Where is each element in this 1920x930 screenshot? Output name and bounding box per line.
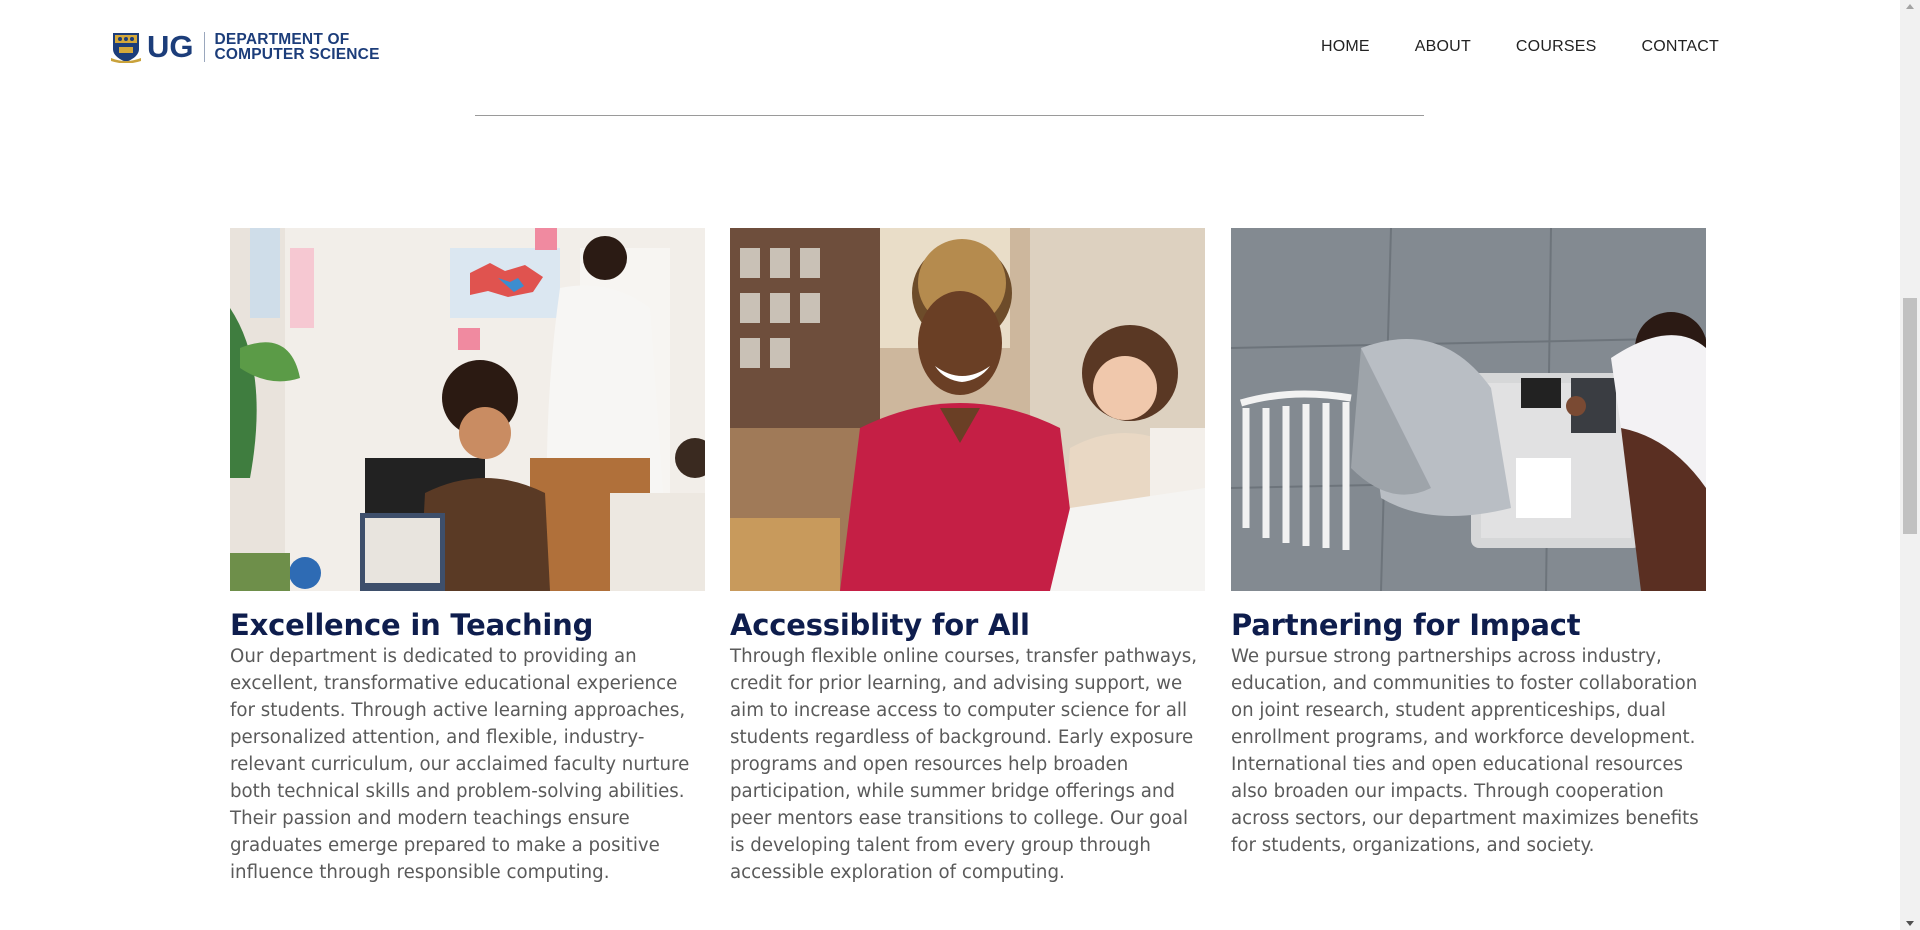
logo-ug-text: UG <box>147 29 194 64</box>
logo-line-1: DEPARTMENT OF <box>214 31 350 48</box>
department-logo[interactable]: UG DEPARTMENT OF COMPUTER SCIENCE <box>111 30 380 64</box>
card-description: Through flexible online courses, transfe… <box>730 646 1198 883</box>
nav-contact[interactable]: CONTACT <box>1641 38 1719 56</box>
scroll-down-arrow-icon[interactable] <box>1906 921 1914 926</box>
scroll-up-arrow-icon[interactable] <box>1906 4 1914 9</box>
card-title: Excellence in Teaching <box>230 608 594 642</box>
card-title: Accessiblity for All <box>730 608 1030 642</box>
smiling-student-photo <box>730 228 1205 591</box>
card-description: Our department is dedicated to providing… <box>230 646 690 883</box>
nav-home[interactable]: HOME <box>1321 38 1370 56</box>
site-header: UG DEPARTMENT OF COMPUTER SCIENCE HOME A… <box>0 0 1900 100</box>
nav-about[interactable]: ABOUT <box>1415 38 1471 56</box>
logo-divider <box>203 32 205 62</box>
section-divider <box>475 115 1424 116</box>
feature-card-accessibility: Accessiblity for All Through flexible on… <box>730 228 1205 886</box>
logo-department-name: DEPARTMENT OF COMPUTER SCIENCE <box>214 31 380 63</box>
card-description: We pursue strong partnerships across ind… <box>1231 646 1699 856</box>
nav-courses[interactable]: COURSES <box>1516 38 1597 56</box>
card-title: Partnering for Impact <box>1231 608 1581 642</box>
main-nav: HOME ABOUT COURSES CONTACT <box>1276 38 1719 56</box>
university-crest-icon <box>111 31 141 63</box>
classroom-teaching-photo <box>230 228 705 591</box>
handshake-photo <box>1231 228 1706 591</box>
logo-line-2: COMPUTER SCIENCE <box>214 46 380 63</box>
feature-card-teaching: Excellence in Teaching Our department is… <box>230 228 705 886</box>
vertical-scrollbar[interactable] <box>1900 0 1920 930</box>
feature-card-partnering: Partnering for Impact We pursue strong p… <box>1231 228 1706 859</box>
scrollbar-thumb[interactable] <box>1903 298 1917 534</box>
